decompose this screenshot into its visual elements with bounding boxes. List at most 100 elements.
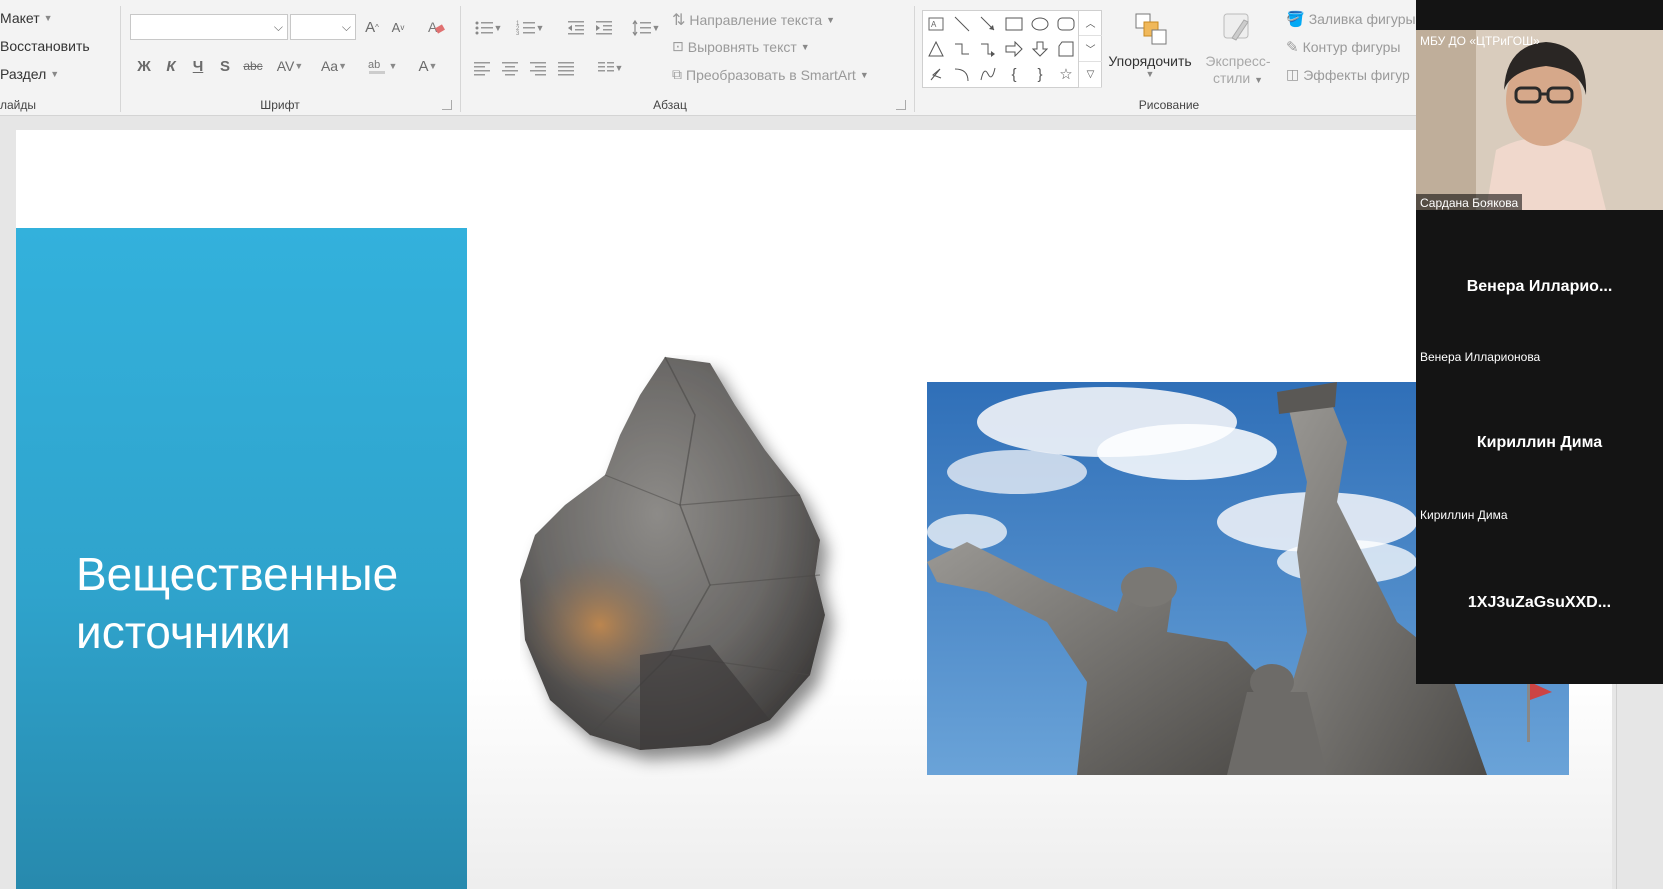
bullets-icon (475, 21, 493, 35)
slide-title-line-1: Вещественные (76, 548, 399, 600)
arrange-button[interactable]: Упорядочить ▼ (1104, 8, 1196, 90)
video-tile-speaker[interactable]: Сардана Боякова (1416, 30, 1663, 210)
convert-smartart-button[interactable]: ⧉ Преобразовать в SmartArt ▼ (672, 66, 869, 83)
scroll-up-icon[interactable]: ︿ (1079, 10, 1102, 36)
star-shape-icon[interactable]: ☆ (1055, 63, 1077, 85)
line-spacing-icon (632, 19, 651, 37)
shape-outline-button[interactable]: ✎ Контур фигуры (1286, 38, 1400, 56)
grow-font-icon: A (365, 18, 376, 36)
participant-display-name: Кириллин Дима (1476, 434, 1603, 451)
quick-styles-text: стили (1212, 70, 1251, 86)
shape-fill-button[interactable]: 🪣 Заливка фигуры (1286, 10, 1416, 28)
char-spacing-button[interactable]: AV ▼ (272, 54, 308, 78)
increase-indent-icon (596, 21, 612, 35)
paint-bucket-icon: 🪣 (1286, 11, 1305, 28)
right-brace-shape-icon[interactable]: } (1029, 63, 1051, 85)
font-size-combo[interactable]: ⌵ (290, 14, 356, 40)
text-direction-label: Направление текста (689, 12, 823, 28)
chevron-down-icon: ▼ (428, 61, 438, 71)
curve-shape-icon[interactable] (977, 63, 999, 85)
screen: Макет ▼ Восстановить Раздел ▼ лайды ⌵ ⌵ … (0, 0, 1663, 889)
oval-shape-icon[interactable] (1029, 13, 1051, 35)
change-case-button[interactable]: Aa ▼ (316, 54, 352, 78)
font-color-button[interactable]: A ▼ (410, 54, 446, 78)
reset-button[interactable]: Восстановить (0, 38, 90, 54)
rectangle-shape-icon[interactable] (1003, 13, 1025, 35)
down-arrow-shape-icon[interactable] (1029, 38, 1051, 60)
ribbon: Макет ▼ Восстановить Раздел ▼ лайды ⌵ ⌵ … (0, 0, 1416, 116)
text-direction-button[interactable]: ⇅ Направление текста ▼ (672, 10, 835, 30)
participant-name-label: Венера Илларионова (1420, 350, 1541, 364)
divider (914, 6, 915, 112)
align-center-button[interactable] (498, 56, 522, 80)
paragraph-dialog-launcher[interactable] (896, 100, 906, 110)
smartart-label: Преобразовать в SmartArt (686, 66, 856, 83)
font-color-icon: A (418, 57, 429, 75)
align-right-button[interactable] (526, 56, 550, 80)
freeform-shape-icon[interactable] (925, 63, 947, 85)
chevron-down-icon: ▼ (493, 23, 503, 33)
chevron-down-icon: ▼ (1254, 75, 1264, 85)
slide-title-line-2: источники (76, 606, 291, 658)
elbow-arrow-shape-icon[interactable] (977, 38, 999, 60)
drawing-group-label: Рисование (1138, 98, 1200, 112)
bullets-button[interactable]: ▼ (470, 16, 506, 40)
arrange-label: Упорядочить (1108, 53, 1192, 69)
line-spacing-button[interactable]: ▼ (628, 16, 664, 40)
video-tile-unknown[interactable]: 1XJ3uZaGsuXXD... (1416, 526, 1663, 684)
right-arrow-shape-icon[interactable] (1003, 38, 1025, 60)
font-dialog-launcher[interactable] (442, 100, 452, 110)
change-case-icon: Aa (320, 58, 339, 74)
columns-button[interactable]: ▼ (592, 56, 628, 80)
highlight-button[interactable]: ab ▼ (364, 54, 400, 78)
pentagon-shape-icon[interactable] (1055, 38, 1077, 60)
stone-tool-illustration (520, 356, 825, 750)
text-shadow-button[interactable]: S (213, 54, 237, 78)
triangle-shape-icon[interactable] (925, 38, 947, 60)
chevron-down-icon: ▼ (826, 15, 836, 25)
italic-button[interactable]: К (159, 54, 183, 78)
font-name-combo[interactable]: ⌵ (130, 14, 288, 40)
rounded-rect-shape-icon[interactable] (1055, 13, 1077, 35)
organization-label: МБУ ДО «ЦТРиГОШ» (1420, 34, 1540, 48)
slide-title[interactable]: Вещественные источники (76, 545, 456, 661)
layout-button[interactable]: Макет ▼ (0, 10, 53, 26)
chevron-down-icon: ⌵ (341, 19, 351, 34)
underline-button[interactable]: Ч (186, 54, 210, 78)
left-brace-shape-icon[interactable]: { (1003, 63, 1025, 85)
textbox-shape-icon[interactable]: A (925, 13, 947, 35)
shrink-font-icon: A (391, 19, 401, 35)
decrease-indent-button[interactable] (564, 16, 588, 40)
grow-font-button[interactable]: A ^ (360, 15, 384, 39)
align-left-icon (474, 62, 490, 76)
clear-formatting-button[interactable]: A (424, 15, 448, 39)
chevron-down-icon: ▼ (614, 63, 624, 73)
stone-tool-image[interactable] (520, 355, 880, 795)
arrow-line-shape-icon[interactable] (977, 13, 999, 35)
highlighter-icon: ab (368, 59, 385, 74)
chevron-down-icon: ▼ (1145, 69, 1155, 79)
align-text-button[interactable]: ⊡ Выровнять текст ▼ (672, 38, 810, 55)
smartart-icon: ⧉ (672, 66, 682, 82)
arrange-icon (1135, 13, 1167, 45)
section-button[interactable]: Раздел ▼ (0, 66, 59, 82)
align-left-button[interactable] (470, 56, 494, 80)
line-shape-icon[interactable] (951, 13, 973, 35)
quick-styles-button[interactable]: Экспресс- стили ▼ (1198, 8, 1278, 90)
justify-button[interactable] (554, 56, 578, 80)
video-tile-venera[interactable]: Венера Илларио... Венера Илларионова (1416, 210, 1663, 368)
video-tile-kirillin[interactable]: Кириллин Дима Кириллин Дима (1416, 368, 1663, 526)
svg-text:A: A (931, 20, 937, 29)
expand-gallery-icon[interactable]: ▽ (1079, 62, 1102, 88)
bold-button[interactable]: Ж (132, 54, 156, 78)
shrink-font-button[interactable]: Av (386, 15, 410, 39)
columns-icon (597, 62, 614, 72)
numbering-icon: 123 (516, 21, 535, 37)
strikethrough-button[interactable]: abc (241, 54, 265, 78)
arc-shape-icon[interactable] (951, 63, 973, 85)
numbering-button[interactable]: 123 ▼ (512, 16, 548, 40)
scroll-down-icon[interactable]: ﹀ (1079, 36, 1102, 62)
elbow-connector-shape-icon[interactable] (951, 38, 973, 60)
increase-indent-button[interactable] (592, 16, 616, 40)
shape-effects-button[interactable]: ◫ Эффекты фигур (1286, 66, 1410, 83)
